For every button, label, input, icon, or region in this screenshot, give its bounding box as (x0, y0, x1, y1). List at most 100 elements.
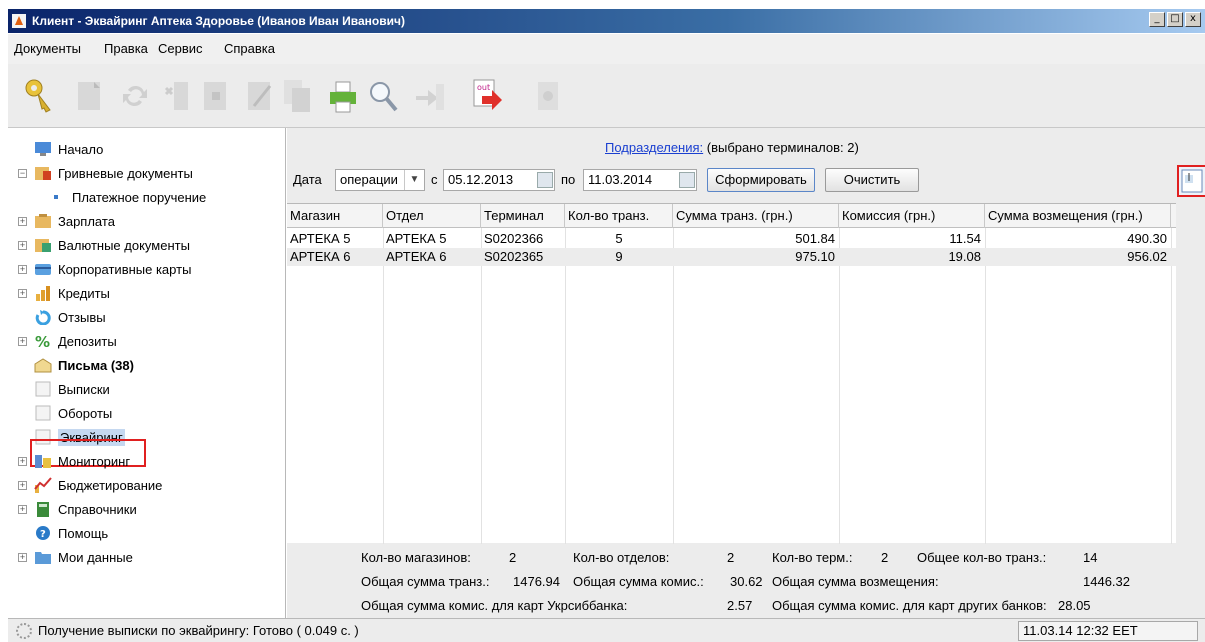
title-bar: Клиент - Эквайринг Аптека Здоровье (Иван… (8, 9, 1205, 33)
import-icon[interactable] (412, 76, 446, 116)
page-icon (35, 381, 51, 397)
copy-icon[interactable] (280, 76, 314, 116)
column-header-tx-sum[interactable]: Сумма транз. (грн.) (673, 204, 839, 228)
tree-item-home[interactable]: Начало (34, 138, 103, 160)
tree-item-currency-docs[interactable]: Валютные документы (34, 234, 190, 256)
tree-item-salary[interactable]: Зарплата (34, 210, 115, 232)
tree-item-help[interactable]: ? Помощь (34, 522, 108, 544)
search-icon[interactable] (366, 76, 400, 116)
tree-item-my-data[interactable]: Мои данные (34, 546, 133, 568)
tree-item-statements[interactable]: Выписки (34, 378, 110, 400)
summary-panel: Кол-во магазинов: 2 Кол-во отделов: 2 Ко… (287, 544, 1205, 618)
expand-icon[interactable]: + (18, 481, 27, 490)
close-button[interactable]: x (1185, 12, 1201, 27)
expand-icon[interactable]: + (18, 505, 27, 514)
key-icon[interactable] (22, 76, 56, 116)
cell-refund: 490.30 (1127, 231, 1167, 246)
tree-item-turnovers[interactable]: Обороты (34, 402, 112, 424)
tree-item-credits[interactable]: Кредиты (34, 282, 110, 304)
to-date-field[interactable]: 11.03.2014 (583, 169, 697, 191)
sign-icon[interactable] (198, 76, 232, 116)
summary-fee-sum-value: 30.62 (730, 574, 763, 589)
tree-item-budgeting[interactable]: Бюджетирование (34, 474, 162, 496)
hryvnia-docs-icon (35, 167, 51, 180)
print-icon[interactable] (326, 76, 360, 116)
collapse-icon[interactable]: − (18, 169, 27, 178)
send-icon[interactable] (530, 76, 564, 116)
expand-icon[interactable]: + (18, 553, 27, 562)
column-header-fee[interactable]: Комиссия (грн.) (839, 204, 985, 228)
folder-icon (35, 552, 51, 564)
monitor-icon (35, 142, 51, 156)
status-text: Получение выписки по эквайрингу: Готово … (38, 623, 359, 638)
tree-item-label: Бюджетирование (58, 477, 163, 493)
card-icon (35, 264, 51, 275)
recall-icon (35, 310, 51, 325)
table-row[interactable]: АРТЕКА 5 АРТЕКА 5 S0202366 5 501.84 11.5… (287, 230, 1176, 248)
minimize-button[interactable]: _ (1149, 12, 1165, 27)
export-out-icon[interactable]: out (470, 76, 504, 116)
tree-item-label: Депозиты (58, 333, 117, 349)
cell-shop: АРТЕКА 5 (290, 231, 351, 246)
monitoring-icon (35, 455, 51, 468)
refresh-icon[interactable] (118, 76, 152, 116)
edit-icon[interactable] (242, 76, 276, 116)
tree-item-label: Гривневые документы (58, 165, 193, 181)
export-excel-button[interactable] (1177, 165, 1205, 197)
tree-item-monitoring[interactable]: Мониторинг (34, 450, 130, 472)
column-header-terminal[interactable]: Терминал (481, 204, 565, 228)
from-date-field[interactable]: 05.12.2013 (443, 169, 555, 191)
currency-docs-icon (35, 239, 51, 252)
clear-button[interactable]: Очистить (825, 168, 919, 192)
expand-icon[interactable]: + (18, 337, 27, 346)
column-header-shop[interactable]: Магазин (287, 204, 383, 228)
menu-service[interactable]: Сервис (158, 41, 203, 56)
summary-tx-count-value: 14 (1083, 550, 1098, 565)
tree-item-label: Платежное поручение (72, 189, 207, 205)
subdivisions-line: Подразделения: (выбрано терминалов: 2) (605, 140, 859, 155)
date-type-select[interactable]: операции ▼ (335, 169, 425, 191)
expand-icon[interactable]: + (18, 217, 27, 226)
expand-icon[interactable]: + (18, 289, 27, 298)
filter-row: Дата операции ▼ с 05.12.2013 по 11.03.20… (287, 166, 1205, 194)
tree-item-label: Кредиты (58, 285, 110, 301)
summary-tx-count-label: Общее кол-во транз.: (917, 550, 1047, 565)
generate-button[interactable]: Сформировать (707, 168, 815, 192)
salary-icon (35, 214, 51, 228)
summary-terms-value: 2 (881, 550, 889, 565)
cell-tx-sum: 501.84 (795, 231, 835, 246)
maximize-button[interactable]: □ (1167, 12, 1183, 27)
column-header-dept[interactable]: Отдел (383, 204, 481, 228)
window-title: Клиент - Эквайринг Аптека Здоровье (Иван… (32, 14, 405, 28)
menu-edit[interactable]: Правка (104, 41, 148, 56)
table-row[interactable]: АРТЕКА 6 АРТЕКА 6 S0202365 9 975.10 19.0… (287, 248, 1176, 266)
subdivisions-link[interactable]: Подразделения: (605, 140, 703, 155)
tree-item-label: Мои данные (58, 549, 133, 565)
tree-item-corporate-cards[interactable]: Корпоративные карты (34, 258, 191, 280)
page-icon (35, 405, 51, 421)
book-icon (37, 502, 49, 517)
tree-item-recalls[interactable]: Отзывы (34, 306, 106, 328)
cell-dept: АРТЕКА 5 (386, 231, 447, 246)
tree-item-letters[interactable]: Письма (38) (34, 354, 134, 376)
summary-tx-sum-value: 1476.94 (513, 574, 560, 589)
menu-help[interactable]: Справка (224, 41, 275, 56)
calendar-icon[interactable] (537, 172, 553, 188)
to-label: по (561, 172, 576, 187)
tree-item-deposits[interactable]: % Депозиты (34, 330, 117, 352)
delete-icon[interactable] (158, 76, 192, 116)
tree-item-hryvnia-docs[interactable]: Гривневые документы (34, 162, 193, 184)
column-header-tx-count[interactable]: Кол-во транз. (565, 204, 673, 228)
calendar-icon[interactable] (679, 172, 695, 188)
tree-item-payment-order[interactable]: Платежное поручение (54, 186, 206, 208)
expand-icon[interactable]: + (18, 457, 27, 466)
expand-icon[interactable]: + (18, 241, 27, 250)
menu-documents[interactable]: Документы (14, 41, 81, 56)
cell-tx-count: 9 (615, 249, 623, 264)
tree-item-references[interactable]: Справочники (34, 498, 137, 520)
column-header-refund[interactable]: Сумма возмещения (грн.) (985, 204, 1171, 228)
expand-icon[interactable]: + (18, 265, 27, 274)
document-icon[interactable] (72, 76, 106, 116)
from-label: с (431, 172, 438, 187)
menu-bar: Документы Правка Сервис Справка (8, 34, 1205, 64)
